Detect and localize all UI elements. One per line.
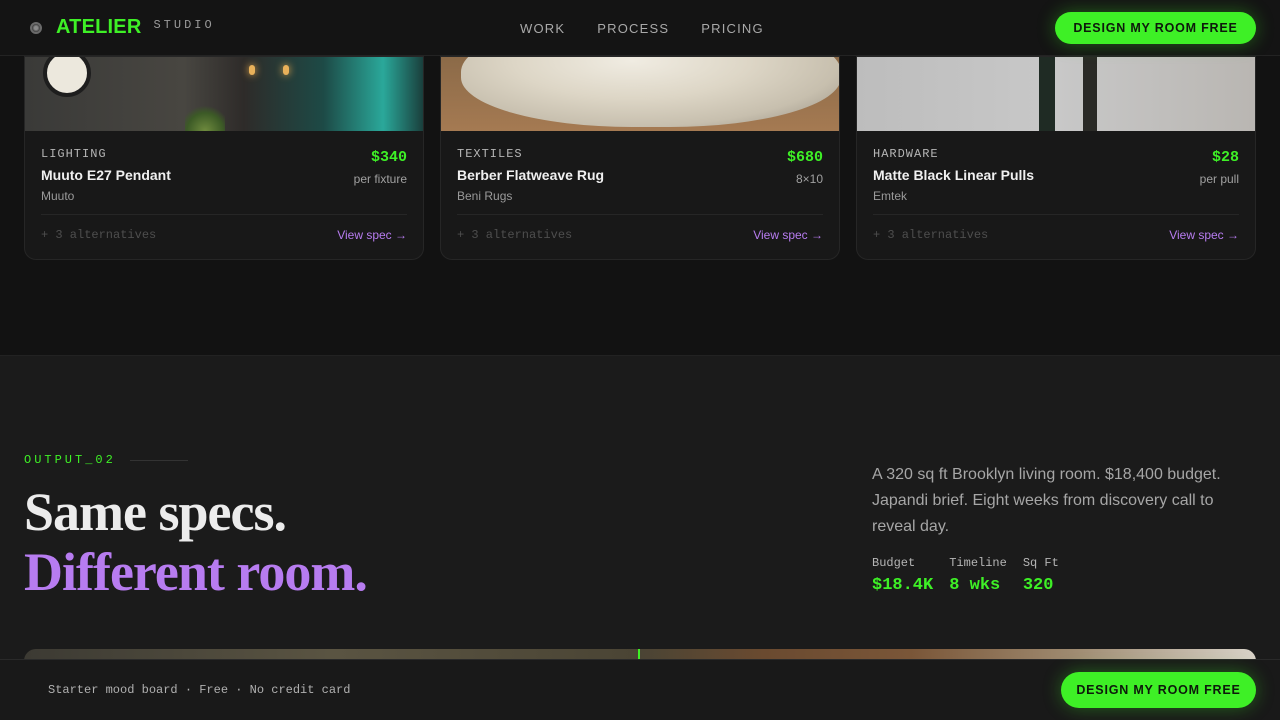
card-footer: + 3 alternatives View spec →	[41, 214, 407, 254]
section-tag: OUTPUT_02	[24, 453, 116, 467]
nav-link-pricing[interactable]: PRICING	[701, 21, 764, 36]
product-brand: Beni Rugs	[457, 189, 513, 203]
logo-mark-icon	[30, 21, 42, 34]
product-price: $340	[370, 149, 407, 166]
product-brand: Muuto	[41, 189, 75, 203]
card-body: LIGHTING Muuto E27 Pendant Muuto $340 pe…	[25, 131, 423, 203]
sticky-bottom-bar: Starter mood board · Free · No credit ca…	[0, 659, 1280, 720]
stat-label: Budget	[872, 556, 916, 570]
product-brand: Emtek	[873, 189, 908, 203]
bottom-design-my-room-button[interactable]: DESIGN MY ROOM FREE	[1061, 672, 1256, 708]
product-category: TEXTILES	[457, 147, 523, 161]
section-heading-line1: Same specs.	[24, 482, 287, 542]
bulb-graphic	[249, 65, 255, 75]
product-unit: per fixture	[353, 172, 407, 186]
nav-links: WORK PROCESS PRICING	[520, 0, 764, 56]
stat-budget: Budget $18.4K	[872, 556, 933, 595]
alternatives-count[interactable]: + 3 alternatives	[873, 228, 988, 242]
bulb-graphic	[283, 65, 289, 75]
section-tag-row: OUTPUT_02	[24, 453, 188, 467]
view-spec-link[interactable]: View spec →	[1169, 228, 1239, 242]
product-cards: LIGHTING Muuto E27 Pendant Muuto $340 pe…	[24, 56, 1256, 260]
product-name: Matte Black Linear Pulls	[873, 167, 1035, 183]
nav-link-process[interactable]: PROCESS	[597, 21, 669, 36]
product-category: LIGHTING	[41, 147, 107, 161]
brand-subtitle: STUDIO	[153, 17, 215, 32]
product-card-lighting[interactable]: LIGHTING Muuto E27 Pendant Muuto $340 pe…	[24, 56, 424, 260]
card-body: HARDWARE Matte Black Linear Pulls Emtek …	[857, 131, 1255, 203]
product-price: $680	[786, 149, 823, 166]
product-card-textiles[interactable]: TEXTILES Berber Flatweave Rug Beni Rugs …	[440, 56, 840, 260]
door-frame-graphic	[1083, 57, 1097, 131]
view-spec-link[interactable]: View spec →	[753, 228, 823, 242]
product-image-lighting	[25, 57, 423, 131]
door-frame-graphic	[1039, 57, 1055, 131]
product-unit: 8×10	[795, 172, 823, 186]
design-my-room-button[interactable]: DESIGN MY ROOM FREE	[1055, 12, 1256, 44]
tag-divider	[129, 459, 188, 461]
project-stats: Budget $18.4K Timeline 8 wks Sq Ft 320	[872, 556, 1059, 595]
top-navbar: ATELIER STUDIO WORK PROCESS PRICING DESI…	[0, 0, 1280, 56]
product-unit: per pull	[1199, 172, 1239, 186]
brand-name[interactable]: ATELIER	[56, 16, 141, 39]
stat-sqft: Sq Ft 320	[1023, 556, 1059, 595]
product-image-hardware	[857, 57, 1255, 131]
product-price: $28	[1211, 149, 1239, 166]
stat-label: Timeline	[949, 556, 1007, 570]
card-footer: + 3 alternatives View spec →	[873, 214, 1239, 254]
alternatives-count[interactable]: + 3 alternatives	[41, 228, 156, 242]
stat-value: 320	[1022, 576, 1054, 595]
product-card-hardware[interactable]: HARDWARE Matte Black Linear Pulls Emtek …	[856, 56, 1256, 260]
alternatives-count[interactable]: + 3 alternatives	[457, 228, 572, 242]
bottom-bar-text: Starter mood board · Free · No credit ca…	[48, 683, 351, 697]
rug-graphic	[461, 57, 839, 127]
stat-value: 8 wks	[949, 576, 1001, 595]
stat-label: Sq Ft	[1022, 556, 1059, 570]
wall-clock-graphic	[43, 57, 91, 97]
product-name: Berber Flatweave Rug	[457, 167, 605, 183]
nav-link-work[interactable]: WORK	[520, 21, 565, 36]
plant-graphic	[185, 101, 225, 131]
product-image-textiles	[441, 57, 839, 131]
product-name: Muuto E27 Pendant	[41, 167, 171, 183]
product-category: HARDWARE	[873, 147, 939, 161]
card-footer: + 3 alternatives View spec →	[457, 214, 823, 254]
section-heading-line2: Different room.	[24, 542, 368, 602]
stat-value: $18.4K	[872, 576, 934, 595]
card-body: TEXTILES Berber Flatweave Rug Beni Rugs …	[441, 131, 839, 203]
stat-timeline: Timeline 8 wks	[949, 556, 1007, 595]
view-spec-link[interactable]: View spec →	[337, 228, 407, 242]
section-description: A 320 sq ft Brooklyn living room. $18,40…	[872, 466, 1221, 535]
